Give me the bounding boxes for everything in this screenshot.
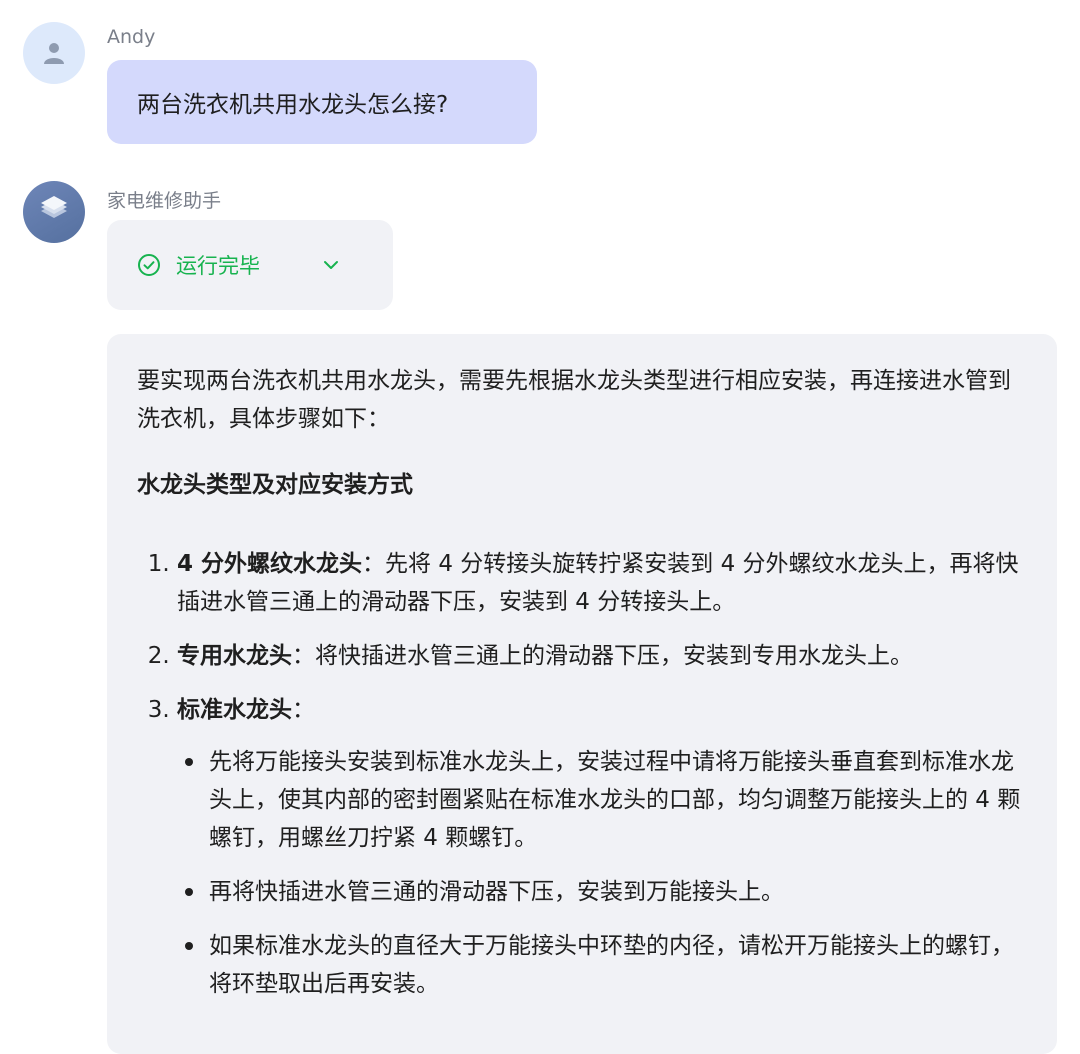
user-message-text: 两台洗衣机共用水龙头怎么接? bbox=[137, 92, 449, 118]
run-status-text: 运行完毕 bbox=[176, 254, 260, 278]
bot-name: 家电维修助手 bbox=[107, 190, 222, 212]
list-item: 专用水龙头：将快插进水管三通上的滑动器下压，安装到专用水龙头上。 bbox=[177, 637, 1027, 675]
run-status-toggle[interactable]: 运行完毕 bbox=[107, 220, 393, 310]
bot-answer-card: 要实现两台洗衣机共用水龙头，需要先根据水龙头类型进行相应安装，再连接进水管到洗衣… bbox=[107, 334, 1057, 1054]
list-item: 先将万能接头安装到标准水龙头上，安装过程中请将万能接头垂直套到标准水龙头上，使其… bbox=[185, 743, 1027, 857]
user-avatar bbox=[23, 22, 85, 84]
list-item: 再将快插进水管三通的滑动器下压，安装到万能接头上。 bbox=[185, 873, 1027, 911]
user-name: Andy bbox=[107, 26, 156, 48]
answer-heading: 水龙头类型及对应安装方式 bbox=[137, 472, 413, 498]
step-title: 专用水龙头 bbox=[177, 643, 292, 669]
install-steps-list: 4 分外螺纹水龙头：先将 4 分转接头旋转拧紧安装到 4 分外螺纹水龙头上，再将… bbox=[137, 545, 1027, 1003]
sub-bullet-list: 先将万能接头安装到标准水龙头上，安装过程中请将万能接头垂直套到标准水龙头上，使其… bbox=[177, 743, 1027, 1003]
user-message-bubble: 两台洗衣机共用水龙头怎么接? bbox=[107, 60, 537, 144]
bot-avatar bbox=[23, 181, 85, 243]
step-title: 4 分外螺纹水龙头 bbox=[177, 551, 363, 577]
chevron-down-icon[interactable] bbox=[322, 256, 340, 274]
list-item: 如果标准水龙头的直径大于万能接头中环垫的内径，请松开万能接头上的螺钉，将环垫取出… bbox=[185, 927, 1027, 1003]
list-item: 4 分外螺纹水龙头：先将 4 分转接头旋转拧紧安装到 4 分外螺纹水龙头上，再将… bbox=[177, 545, 1027, 621]
step-title: 标准水龙头 bbox=[177, 697, 292, 723]
check-circle-icon bbox=[138, 254, 160, 276]
step-text: 将快插进水管三通上的滑动器下压，安装到专用水龙头上。 bbox=[315, 643, 913, 669]
layers-icon bbox=[41, 196, 67, 218]
answer-intro: 要实现两台洗衣机共用水龙头，需要先根据水龙头类型进行相应安装，再连接进水管到洗衣… bbox=[137, 368, 1011, 432]
person-icon bbox=[44, 43, 64, 64]
list-item: 标准水龙头： 先将万能接头安装到标准水龙头上，安装过程中请将万能接头垂直套到标准… bbox=[177, 691, 1027, 1003]
